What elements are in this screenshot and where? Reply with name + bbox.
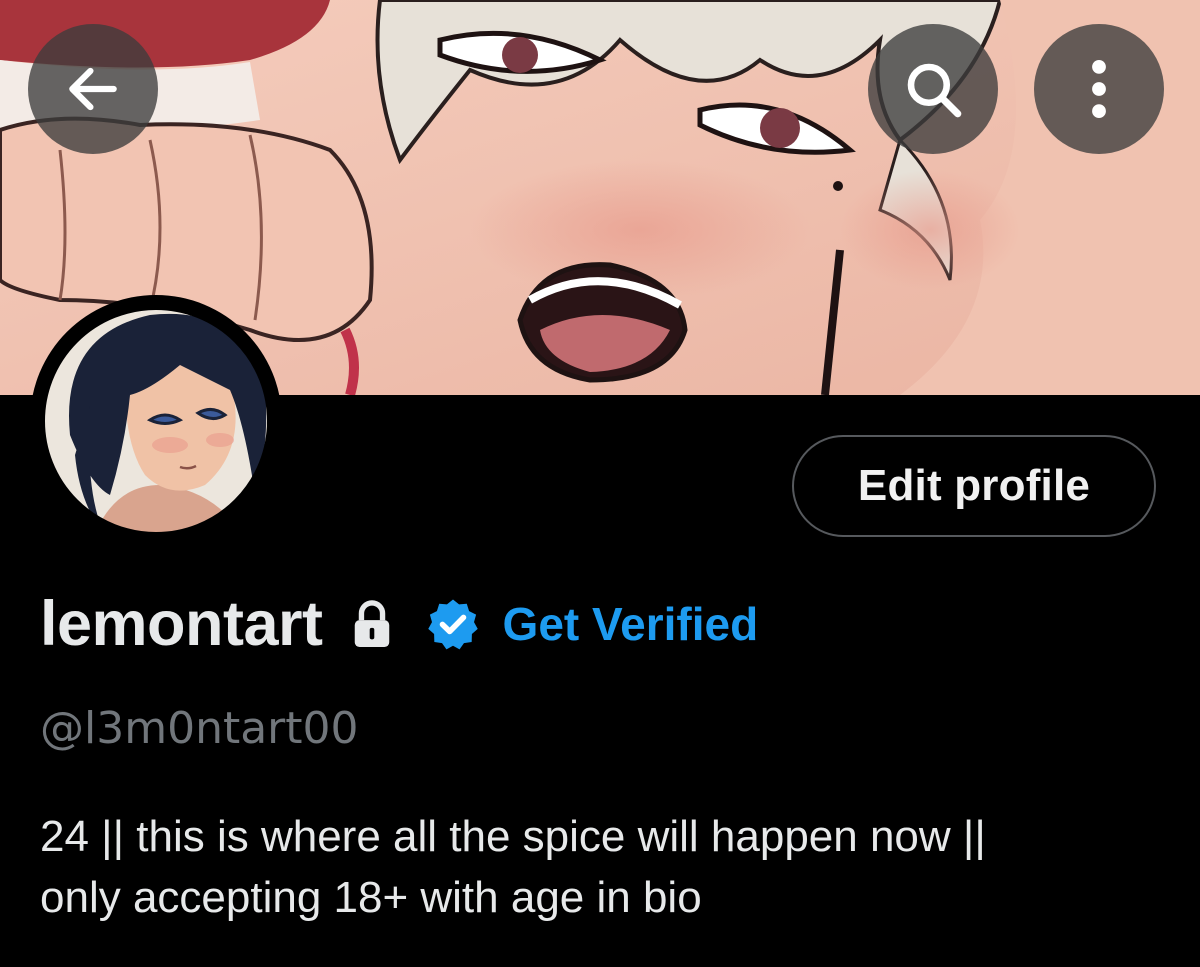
- user-handle: @l3m0ntart00: [40, 703, 359, 754]
- lock-icon: [349, 599, 395, 649]
- more-vertical-icon: [1092, 59, 1106, 119]
- avatar-image: [39, 304, 273, 538]
- arrow-left-icon: [69, 67, 117, 111]
- search-button[interactable]: [868, 24, 998, 154]
- get-verified-link[interactable]: Get Verified: [503, 597, 759, 651]
- back-button[interactable]: [28, 24, 158, 154]
- verified-badge-icon[interactable]: [425, 596, 481, 652]
- more-options-button[interactable]: [1034, 24, 1164, 154]
- display-name: lemontart: [40, 589, 323, 659]
- edit-profile-button[interactable]: Edit profile: [792, 435, 1156, 537]
- bio-line: only accepting 18+ with age in bio: [40, 873, 702, 922]
- name-row: lemontart Get Verified: [40, 584, 758, 664]
- avatar[interactable]: [30, 295, 282, 547]
- profile-page: Edit profile lemontart Get Verified @l3m…: [0, 0, 1200, 967]
- search-icon: [907, 63, 962, 118]
- profile-bio: 24 || this is where all the spice will h…: [40, 806, 1170, 928]
- bio-line: 24 || this is where all the spice will h…: [40, 812, 986, 861]
